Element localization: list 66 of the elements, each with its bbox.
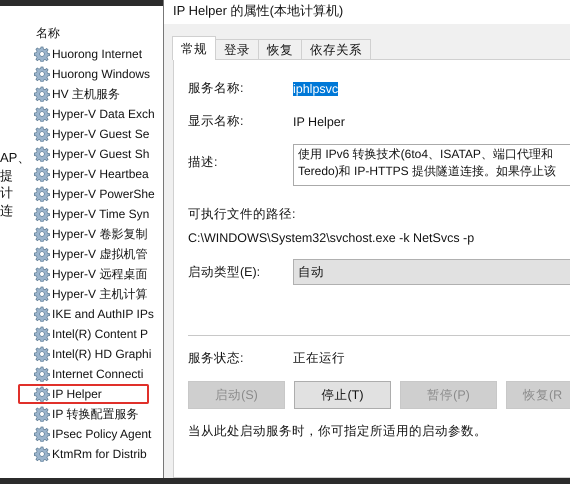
service-button[interactable]: 停止(T) <box>294 381 391 409</box>
gear-icon <box>34 446 50 462</box>
service-row[interactable]: Hyper-V 卷影复制 <box>30 224 161 244</box>
gear-icon <box>34 306 50 322</box>
gear-icon <box>34 386 50 402</box>
status-value: 正在运行 <box>293 350 345 367</box>
gear-icon <box>34 166 50 182</box>
tab[interactable]: 登录 <box>215 39 259 59</box>
path-value: C:\WINDOWS\System32\svchost.exe -k NetSvcs -p <box>188 231 474 245</box>
gear-icon <box>34 326 50 342</box>
service-row[interactable]: Hyper-V Guest Sh <box>30 144 161 164</box>
field-label: 服务状态: <box>188 350 244 367</box>
tab[interactable]: 常规 <box>172 36 216 60</box>
field-label: 服务名称: <box>188 80 244 97</box>
gear-icon <box>34 246 50 262</box>
gear-icon <box>34 46 50 62</box>
service-row[interactable]: Hyper-V Time Syn <box>30 204 161 224</box>
service-row[interactable]: Hyper-V 主机计算 <box>30 284 161 304</box>
description-fragment: 连 <box>0 202 14 218</box>
description-fragment: 计 <box>0 185 14 200</box>
service-row[interactable]: IPsec Policy Agent <box>30 424 161 444</box>
tab[interactable]: 恢复 <box>258 39 302 59</box>
startup-type-dropdown[interactable]: 自动 <box>293 259 570 285</box>
field-label: 显示名称: <box>188 113 244 130</box>
field-label: 描述: <box>188 154 218 171</box>
gear-icon <box>34 406 50 422</box>
service-row[interactable]: Hyper-V 远程桌面 <box>30 264 161 284</box>
gear-icon <box>34 266 50 282</box>
service-name-value[interactable]: iphlpsvc <box>293 82 338 96</box>
service-row[interactable]: IP Helper <box>18 384 149 404</box>
service-row[interactable]: Hyper-V 虚拟机管 <box>30 244 161 264</box>
service-row[interactable]: IKE and AuthIP IPs <box>30 304 161 324</box>
window-title: IP Helper 的属性(本地计算机) <box>173 3 344 18</box>
tab[interactable]: 依存关系 <box>301 39 371 59</box>
field-label: 可执行文件的路径: <box>188 206 296 223</box>
description-field[interactable]: 使用 IPv6 转换技术(6to4、ISATAP、端口代理和 Teredo)和 IP-HTTPS 提供隧道连接。如果停止该 <box>293 144 570 186</box>
gear-icon <box>34 206 50 222</box>
description-fragment: 提 <box>0 168 14 183</box>
service-row[interactable]: Intel(R) HD Graphi <box>30 344 161 364</box>
gear-icon <box>34 106 50 122</box>
service-row[interactable]: IP 转换配置服务 <box>30 404 161 424</box>
service-row[interactable]: Intel(R) Content P <box>30 324 161 344</box>
service-row[interactable]: KtmRm for Distrib <box>30 444 161 464</box>
description-fragment: AP、 <box>0 150 30 166</box>
service-row[interactable]: Huorong Windows <box>30 64 161 84</box>
hint-text: 当从此处启动服务时，你可指定所适用的启动参数。 <box>188 423 487 440</box>
service-row[interactable]: HV 主机服务 <box>30 84 161 104</box>
service-row[interactable]: Huorong Internet <box>30 44 161 64</box>
gear-icon <box>34 186 50 202</box>
gear-icon <box>34 126 50 142</box>
service-row[interactable]: Hyper-V Heartbea <box>30 164 161 184</box>
field-label: 启动类型(E): <box>188 264 262 280</box>
gear-icon <box>34 226 50 242</box>
gear-icon <box>34 86 50 102</box>
column-header[interactable]: 名称 <box>36 26 60 40</box>
service-row[interactable]: Internet Connecti <box>30 364 161 384</box>
gear-icon <box>34 346 50 362</box>
gear-icon <box>34 66 50 82</box>
gear-icon <box>34 286 50 302</box>
service-row[interactable]: Hyper-V Data Exch <box>30 104 161 124</box>
service-row[interactable]: Hyper-V PowerShe <box>30 184 161 204</box>
gear-icon <box>34 366 50 382</box>
display-name-value: IP Helper <box>293 114 345 128</box>
gear-icon <box>34 146 50 162</box>
gear-icon <box>34 426 50 442</box>
service-row[interactable]: Hyper-V Guest Se <box>30 124 161 144</box>
